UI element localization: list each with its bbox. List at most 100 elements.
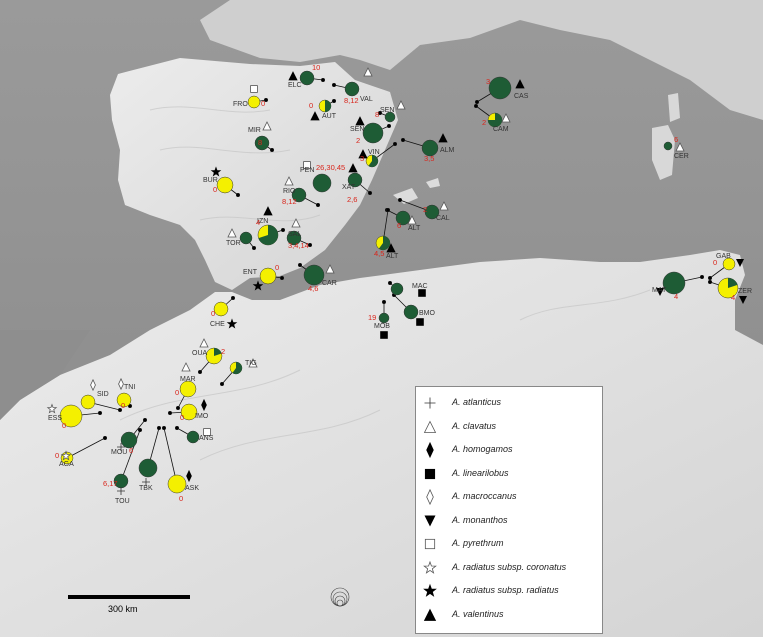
legend-item: A. radiatus subsp. coronatus (416, 560, 602, 576)
population-pie-vin (365, 154, 379, 168)
population-number: 6 (397, 221, 401, 230)
population-number: 26,30,45 (316, 163, 345, 172)
legend-label: A. radiatus subsp. coronatus (452, 562, 566, 572)
population-pie-cer (663, 141, 673, 151)
population-code: ALM (440, 147, 455, 154)
population-code: RIO (283, 188, 296, 195)
population-number: 0 (213, 185, 217, 194)
legend: A. atlanticus A. clavatus A. homogamos A. l… (415, 386, 603, 634)
population-pie-car (303, 264, 325, 286)
legend-genus: A. (452, 444, 461, 454)
distribution-map: ELC10VAL8,12FRO 0AUT0SEN8SEN2VIN3CAS3CAM2… (0, 0, 763, 637)
population-pie-aut (318, 99, 332, 113)
square-filled-icon (380, 331, 388, 339)
population-number: 0 (175, 388, 179, 397)
population-number: 2 (423, 205, 427, 214)
sampling-site-dot (279, 275, 284, 280)
population-number: 19 (368, 313, 376, 322)
population-code: BMO (419, 310, 436, 317)
population-code: CER (674, 153, 689, 160)
square-filled-icon (424, 468, 436, 479)
population-number: 0 (62, 421, 66, 430)
sampling-site-dot (156, 425, 161, 430)
legend-item: A. monanthos (416, 513, 602, 529)
sampling-site-dot (700, 274, 705, 279)
legend-species: homogamos (460, 444, 513, 454)
legend-genus: A. (452, 608, 461, 619)
population-code: ASK (185, 485, 199, 492)
legend-species: monanthos (460, 514, 508, 525)
population-pie-ans (186, 430, 200, 444)
population-number: 3,5 (424, 154, 434, 163)
sampling-site-dot (474, 100, 479, 105)
legend-item: A. pyrethrum (416, 536, 602, 552)
population-number: 3 (486, 77, 490, 86)
sampling-site-dot (197, 369, 202, 374)
population-code: BUR (203, 177, 218, 184)
sampling-site-dot (142, 417, 147, 422)
population-code: AGA (59, 461, 74, 468)
sampling-site-dot (708, 275, 713, 280)
population-number: 6 (674, 135, 678, 144)
legend-label: A. radiatus subsp. radiatus (452, 585, 559, 595)
legend-item: A. atlanticus (416, 395, 602, 411)
sampling-site-dot (320, 78, 325, 83)
legend-item: A. macroccanus (416, 489, 602, 505)
population-code: ANS (199, 435, 214, 442)
population-number: 4 (731, 293, 735, 302)
population-code: CHE (210, 321, 225, 328)
triangle-open-icon (423, 420, 437, 433)
sampling-site-dot (103, 435, 108, 440)
population-code: AUT (322, 113, 337, 120)
legend-label: A. atlanticus (452, 397, 501, 407)
population-pie-pen (312, 173, 332, 193)
population-code: MIR (248, 127, 261, 134)
population-number: 6 (129, 446, 133, 455)
population-number: 0 (121, 401, 125, 410)
sampling-site-dot (167, 410, 172, 415)
square-filled-icon (418, 289, 426, 297)
square-open-icon (424, 538, 436, 550)
plus-icon (424, 397, 436, 409)
population-pie-tor (239, 231, 253, 245)
population-pie-tig (229, 361, 243, 375)
sampling-site-dot (400, 137, 405, 142)
population-code: MOB (374, 323, 390, 330)
population-number: 3 (360, 154, 364, 163)
population-number: 8 (258, 138, 262, 147)
population-code: VIN (368, 149, 380, 156)
sampling-site-dot (280, 227, 285, 232)
population-number: 0 (713, 258, 717, 267)
sampling-site-dot (230, 295, 235, 300)
legend-species: radiatus subsp. coronatus (460, 561, 567, 572)
sampling-site-dot (385, 207, 390, 212)
population-number: 2 (221, 347, 225, 356)
sampling-site-dot (297, 262, 302, 267)
legend-item: A. radiatus subsp. radiatus (416, 583, 602, 599)
population-code: TBK (139, 485, 153, 492)
population-code: ELC (288, 82, 302, 89)
population-number: 0 (55, 451, 59, 460)
legend-label: A. monanthos (452, 515, 508, 525)
sampling-site-dot (367, 190, 372, 195)
legend-genus: A. (452, 538, 461, 548)
sampling-site-dot (251, 245, 256, 250)
legend-species: macroccanus (460, 491, 517, 501)
population-pie-bmo (403, 304, 419, 320)
population-pie-bur (216, 176, 234, 194)
population-number: 2 (482, 118, 486, 127)
population-code: SID (97, 391, 109, 398)
population-number: 10 (312, 63, 320, 72)
population-code: TIG (245, 360, 257, 367)
legend-species: atlanticus (460, 397, 502, 407)
sampling-site-dot (708, 279, 713, 284)
population-pie-mat (662, 271, 686, 295)
legend-label: A. macroccanus (452, 491, 517, 501)
triangle-down-filled-icon (424, 515, 436, 526)
population-code: MOU (111, 449, 127, 456)
population-pie-che (213, 301, 229, 317)
population-code: ALT (386, 253, 399, 260)
population-number: 0 (180, 413, 184, 422)
legend-species: linearilobus (460, 467, 509, 478)
population-pie-ask (167, 474, 187, 494)
